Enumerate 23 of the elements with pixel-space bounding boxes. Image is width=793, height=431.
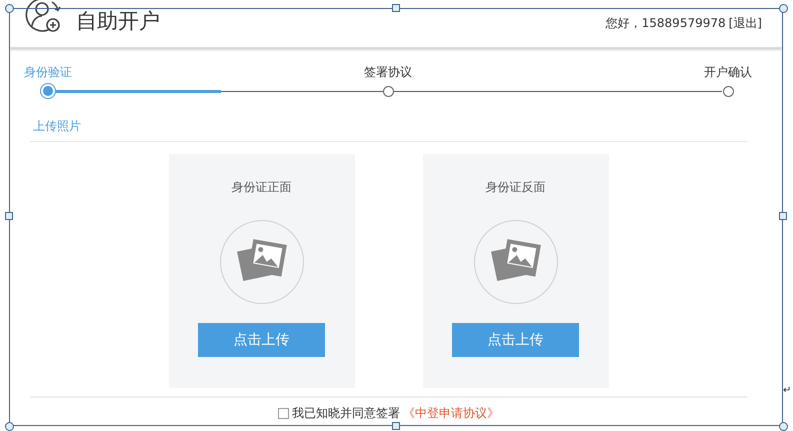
card-title: 身份证正面 — [232, 179, 292, 196]
resize-handle[interactable] — [5, 4, 14, 13]
step-label: 签署协议 — [364, 64, 412, 81]
step-label: 开户确认 — [704, 64, 752, 81]
resize-handle[interactable] — [779, 212, 787, 220]
step-label: 身份验证 — [24, 64, 72, 81]
greeting-text: 您好，15889579978 — [606, 15, 726, 32]
upload-button[interactable]: 点击上传 — [198, 323, 325, 357]
agreement-checkbox[interactable] — [278, 408, 289, 419]
resize-handle[interactable] — [392, 4, 400, 12]
resize-handle[interactable] — [5, 422, 14, 431]
agreement-link[interactable]: 《中登申请协议》 — [403, 405, 499, 422]
logout-link[interactable]: [退出] — [728, 15, 762, 32]
resize-handle[interactable] — [779, 4, 788, 13]
resize-handle[interactable] — [5, 212, 13, 220]
card-title: 身份证反面 — [486, 179, 546, 196]
resize-handle[interactable] — [392, 422, 400, 430]
resize-handle[interactable] — [779, 422, 788, 431]
agreement-text: 我已知晓并同意签署 — [292, 405, 400, 422]
upload-button[interactable]: 点击上传 — [452, 323, 579, 357]
page-title: 自助开户 — [76, 8, 160, 35]
paragraph-mark: ↵ — [783, 385, 792, 396]
section-title: 上传照片 — [33, 118, 81, 135]
